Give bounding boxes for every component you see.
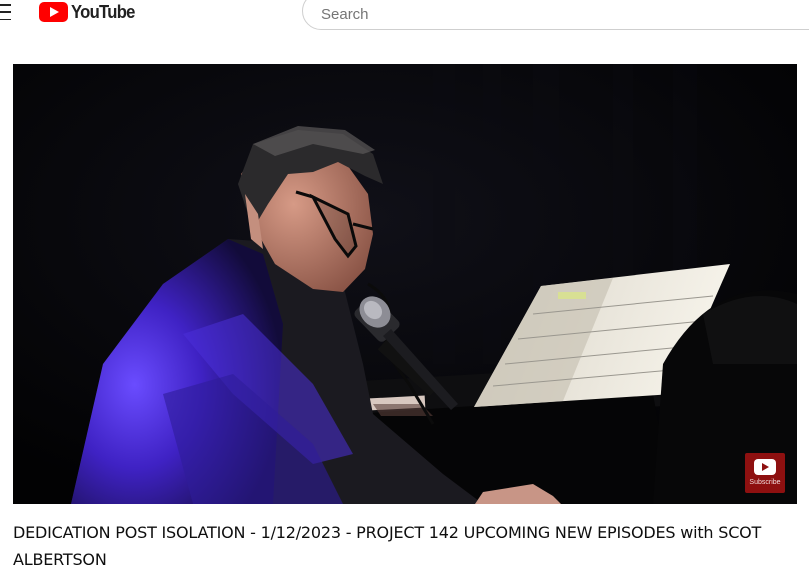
subscribe-watermark[interactable]: Subscribe: [745, 453, 785, 493]
video-title: DEDICATION POST ISOLATION - 1/12/2023 - …: [13, 523, 762, 569]
youtube-logo[interactable]: YouTube: [39, 1, 142, 22]
subscribe-watermark-icon: [754, 459, 776, 475]
video-player[interactable]: Subscribe: [13, 64, 797, 504]
search-box[interactable]: [302, 0, 809, 30]
menu-icon[interactable]: [0, 4, 14, 20]
video-frame: [13, 64, 797, 504]
logo-text: YouTube: [71, 1, 135, 22]
search-input[interactable]: [319, 2, 803, 26]
subscribe-watermark-label: Subscribe: [749, 479, 781, 486]
top-bar: YouTube: [0, 0, 809, 34]
youtube-logo-icon: [39, 2, 68, 22]
